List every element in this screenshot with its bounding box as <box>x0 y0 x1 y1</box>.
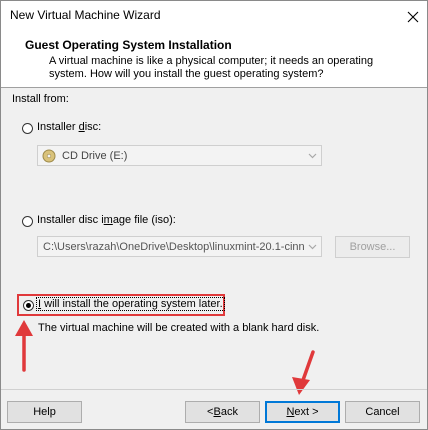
cancel-button[interactable]: Cancel <box>345 401 420 423</box>
help-button[interactable]: Help <box>7 401 82 423</box>
next-button[interactable]: Next > <box>265 401 340 423</box>
up-arrow-icon <box>15 320 33 372</box>
back-button[interactable]: < Back <box>185 401 260 423</box>
footer-separator <box>1 389 427 390</box>
annotation-arrows <box>15 320 315 395</box>
